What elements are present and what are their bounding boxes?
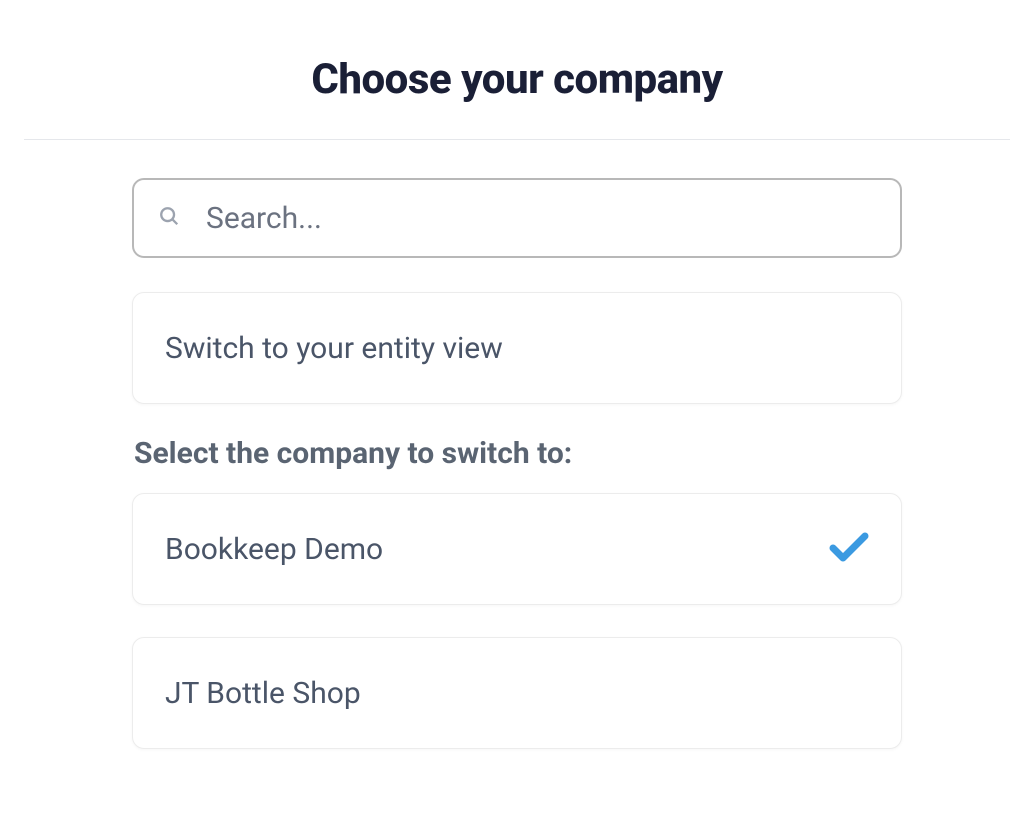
search-icon — [158, 205, 206, 231]
check-icon — [829, 531, 869, 567]
company-name: Bookkeep Demo — [165, 532, 383, 567]
company-item[interactable]: JT Bottle Shop — [132, 637, 902, 749]
company-item[interactable]: Bookkeep Demo — [132, 493, 902, 605]
entity-view-label: Switch to your entity view — [165, 331, 503, 366]
search-box[interactable] — [132, 178, 902, 258]
search-input[interactable] — [206, 201, 876, 236]
page-container: Choose your company Switch to your entit… — [0, 0, 1034, 749]
divider — [24, 139, 1010, 140]
page-title: Choose your company — [0, 55, 1034, 104]
company-name: JT Bottle Shop — [165, 676, 361, 711]
section-heading: Select the company to switch to: — [132, 436, 902, 471]
content-area: Switch to your entity view Select the co… — [132, 178, 902, 749]
entity-view-button[interactable]: Switch to your entity view — [132, 292, 902, 404]
